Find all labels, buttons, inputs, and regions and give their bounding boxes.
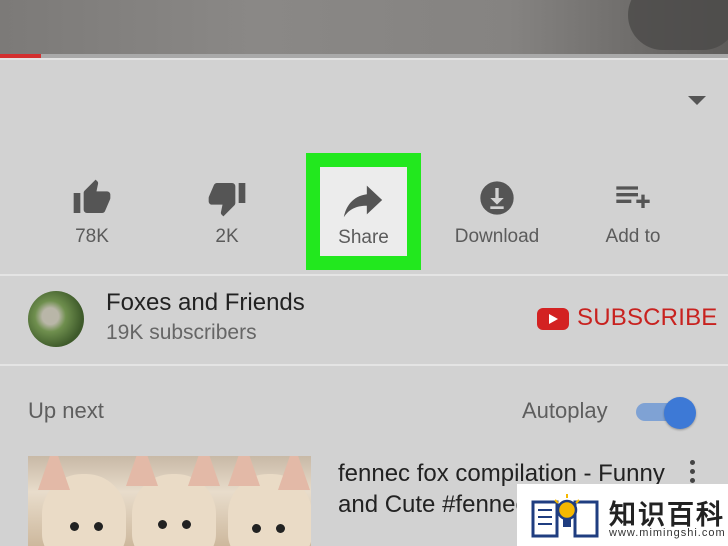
dislike-button[interactable]: 2K <box>162 150 292 274</box>
share-icon <box>343 185 383 218</box>
expand-description-icon[interactable] <box>688 96 706 105</box>
add-to-button[interactable]: Add to <box>568 150 698 274</box>
fox-image <box>38 456 126 546</box>
book-lightbulb-icon <box>531 494 599 538</box>
autoplay-toggle[interactable] <box>636 397 698 429</box>
video-thumbnail[interactable] <box>28 456 311 546</box>
divider <box>0 274 728 276</box>
divider <box>0 364 728 366</box>
subscribe-label: SUBSCRIBE <box>577 304 718 331</box>
watermark-url: www.mimingshi.com <box>609 527 726 539</box>
channel-name[interactable]: Foxes and Friends <box>106 289 305 317</box>
fox-image <box>228 456 311 546</box>
add-to-playlist-icon <box>616 186 650 208</box>
download-label: Download <box>454 226 540 247</box>
autoplay-label: Autoplay <box>522 398 608 423</box>
video-player[interactable] <box>0 0 728 56</box>
divider <box>0 58 728 60</box>
like-count: 78K <box>75 226 109 247</box>
dislike-count: 2K <box>215 226 239 247</box>
fox-image <box>126 456 220 546</box>
share-button[interactable]: Share <box>320 167 407 256</box>
toggle-knob <box>664 397 696 429</box>
like-button[interactable]: 78K <box>27 150 157 274</box>
add-to-label: Add to <box>605 226 661 247</box>
share-highlight: Share <box>306 153 421 270</box>
youtube-logo-icon <box>537 308 569 330</box>
thumbs-down-icon <box>208 183 246 217</box>
video-frame-detail <box>628 0 728 50</box>
thumbs-up-icon <box>73 179 111 213</box>
channel-avatar[interactable] <box>28 291 84 347</box>
share-label: Share <box>338 227 389 248</box>
download-icon <box>480 181 514 215</box>
download-button[interactable]: Download <box>432 150 562 274</box>
watermark: 知识百科 www.mimingshi.com <box>517 484 728 546</box>
subscriber-count: 19K subscribers <box>106 321 257 344</box>
up-next-heading: Up next <box>28 398 104 423</box>
